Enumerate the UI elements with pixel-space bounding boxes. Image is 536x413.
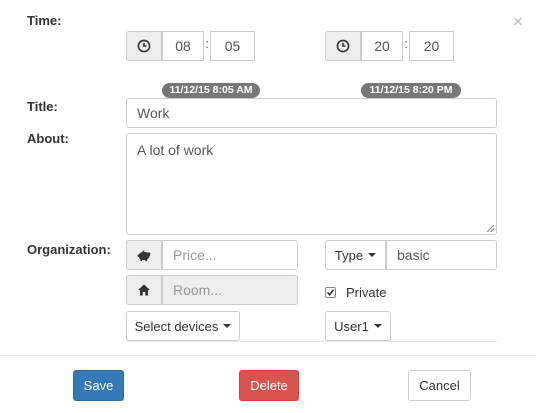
about-text: A lot of work [137, 142, 214, 158]
home-icon [126, 275, 162, 305]
cancel-button[interactable]: Cancel [408, 370, 471, 401]
resize-handle-icon[interactable] [487, 225, 494, 232]
caret-down-icon [373, 324, 382, 328]
price-placeholder: Price... [173, 247, 217, 263]
type-button-label: Type [334, 247, 364, 263]
select-devices-button[interactable]: Select devices [126, 311, 240, 341]
type-dropdown-button[interactable]: Type [325, 240, 386, 270]
time-label: Time: [27, 13, 62, 28]
room-placeholder: Room... [173, 282, 223, 298]
close-icon[interactable]: × [513, 13, 523, 30]
start-minutes-input[interactable]: 05 [210, 31, 255, 61]
delete-button[interactable]: Delete [239, 370, 299, 401]
caret-down-icon [223, 324, 232, 328]
piggy-bank-icon [126, 240, 162, 270]
end-clock-icon [325, 31, 361, 61]
form-divider [126, 341, 497, 342]
footer-divider [0, 355, 536, 356]
title-input[interactable]: Work [126, 98, 497, 128]
private-checkbox[interactable] [325, 287, 336, 298]
checkmark-icon [326, 289, 335, 297]
about-label: About: [27, 131, 69, 146]
end-datetime-badge: 11/12/15 8:20 PM [361, 83, 461, 98]
start-clock-icon [126, 31, 162, 61]
about-textarea[interactable]: A lot of work [126, 133, 497, 235]
start-datetime-badge: 11/12/15 8:05 AM [162, 83, 260, 98]
type-input[interactable]: basic [386, 240, 497, 270]
select-devices-label: Select devices [134, 318, 219, 334]
end-minutes-input[interactable]: 20 [409, 31, 454, 61]
title-label: Title: [27, 99, 58, 114]
end-hours-input[interactable]: 20 [361, 31, 403, 61]
room-input: Room... [162, 275, 298, 305]
price-input[interactable]: Price... [162, 240, 298, 270]
caret-down-icon [368, 253, 377, 257]
user-dropdown-button[interactable]: User1 [325, 311, 391, 341]
start-hours-input[interactable]: 08 [162, 31, 204, 61]
save-button[interactable]: Save [73, 370, 124, 401]
organization-label: Organization: [27, 242, 111, 257]
user-button-label: User1 [334, 318, 369, 334]
private-label[interactable]: Private [346, 285, 386, 300]
